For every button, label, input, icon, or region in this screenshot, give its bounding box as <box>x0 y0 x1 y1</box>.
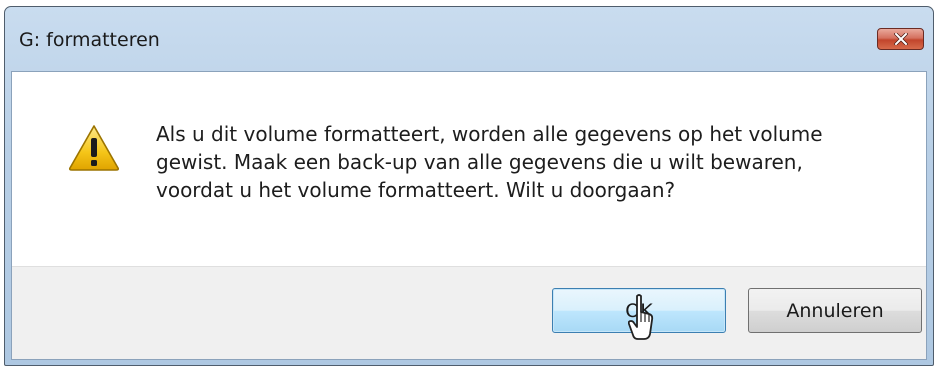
cancel-button[interactable]: Annuleren <box>748 288 922 333</box>
dialog-window: G: formatteren Als u dit volume formatte… <box>4 6 934 366</box>
warning-icon <box>68 124 120 172</box>
warning-message: Als u dit volume formatteert, worden all… <box>156 122 823 202</box>
close-icon <box>893 33 908 45</box>
ok-button[interactable]: OK <box>552 288 726 333</box>
close-button[interactable] <box>877 28 924 50</box>
title-bar[interactable]: G: formatteren <box>5 7 933 70</box>
button-bar: OK Annuleren <box>12 266 926 359</box>
window-title: G: formatteren <box>19 29 160 51</box>
message-area: Als u dit volume formatteert, worden all… <box>12 72 926 266</box>
dialog-body: Als u dit volume formatteert, worden all… <box>11 71 927 360</box>
